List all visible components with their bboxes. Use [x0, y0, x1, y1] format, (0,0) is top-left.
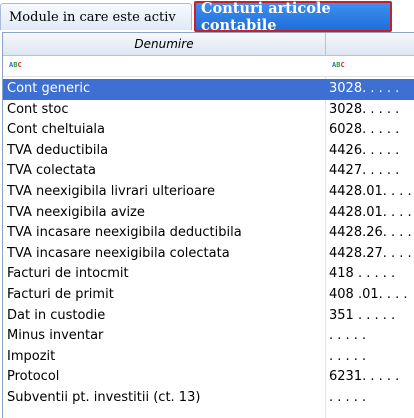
- text-filter-icon[interactable]: ABC: [9, 61, 22, 69]
- table-row[interactable]: TVA incasare neexigibila deductibila 4428…: [3, 223, 414, 244]
- row-cont: 4428.01. . . .: [329, 204, 412, 220]
- row-cont: 4428.26. . . .: [329, 225, 412, 241]
- row-cont: 4428.01. . . .: [329, 183, 412, 199]
- row-denumire: Subventii pt. investitii (ct. 13): [7, 389, 201, 405]
- row-cont: . . . . .: [329, 348, 367, 364]
- tab-bar: Module in care este activ Conturi artico…: [0, 0, 414, 34]
- row-cont: 6028. . . . .: [329, 122, 400, 138]
- accounts-grid: Denumire ABC ABC Cont generic 3028. . . .…: [2, 32, 414, 418]
- row-denumire: Cont stoc: [7, 101, 69, 117]
- column-header-denumire[interactable]: Denumire: [3, 33, 326, 55]
- grid-rows: Cont generic 3028. . . . . Cont stoc 3028. …: [3, 79, 414, 409]
- row-denumire: Facturi de intocmit: [7, 266, 129, 282]
- row-denumire: TVA colectata: [7, 163, 97, 179]
- table-row[interactable]: TVA neexigibila livrari ulterioare 4428.0…: [3, 182, 414, 203]
- row-cont: 4428.27. . . .: [329, 245, 412, 261]
- table-row[interactable]: Cont generic 3028. . . . .: [3, 79, 414, 100]
- row-denumire: Cont cheltuiala: [7, 122, 105, 138]
- table-row[interactable]: TVA deductibila 4426. . . . .: [3, 141, 414, 162]
- row-denumire: Impozit: [7, 348, 56, 364]
- grid-header: Denumire: [3, 33, 414, 56]
- table-row[interactable]: TVA incasare neexigibila colectata 4428.2…: [3, 244, 414, 265]
- row-denumire: TVA neexigibila avize: [7, 204, 145, 220]
- table-row[interactable]: Cont stoc 3028. . . . .: [3, 100, 414, 121]
- row-cont: 3028. . . . .: [329, 101, 400, 117]
- row-cont: 351 . . . . .: [329, 307, 396, 323]
- tab-conturi-articole-contabile[interactable]: Conturi articole contabile: [194, 0, 392, 34]
- row-denumire: Cont generic: [7, 81, 91, 96]
- tab-module-active[interactable]: Module in care este activ: [0, 3, 192, 30]
- table-row[interactable]: Facturi de primit 408 .01. . . .: [3, 285, 414, 306]
- row-cont: 4426. . . . .: [329, 142, 400, 158]
- table-row[interactable]: TVA colectata 4427. . . . .: [3, 161, 414, 182]
- table-row[interactable]: Impozit . . . . .: [3, 347, 414, 368]
- table-row[interactable]: TVA neexigibila avize 4428.01. . . .: [3, 203, 414, 224]
- tab-module-active-label: Module in care este activ: [9, 9, 176, 25]
- table-row[interactable]: Facturi de intocmit 418 . . . . .: [3, 264, 414, 285]
- row-cont: 408 .01. . . .: [329, 286, 408, 302]
- table-row[interactable]: Dat in custodie 351 . . . . .: [3, 306, 414, 327]
- row-denumire: TVA incasare neexigibila deductibila: [7, 225, 242, 241]
- column-header-denumire-label: Denumire: [134, 37, 194, 51]
- row-denumire: TVA incasare neexigibila colectata: [7, 245, 230, 261]
- table-row[interactable]: Protocol 6231. . . . .: [3, 367, 414, 388]
- row-cont: 3028. . . . .: [329, 81, 400, 96]
- row-cont: 418 . . . . .: [329, 266, 396, 282]
- table-row[interactable]: Subventii pt. investitii (ct. 13) . . . .…: [3, 388, 414, 409]
- row-cont: . . . . .: [329, 389, 367, 405]
- column-header-cont[interactable]: [326, 33, 414, 55]
- row-cont: . . . . .: [329, 328, 367, 344]
- text-filter-icon[interactable]: ABC: [332, 61, 345, 69]
- row-cont: 6231. . . . .: [329, 369, 400, 385]
- row-cont: 4427. . . . .: [329, 163, 400, 179]
- row-denumire: TVA deductibila: [7, 142, 109, 158]
- row-denumire: Facturi de primit: [7, 286, 114, 302]
- row-denumire: TVA neexigibila livrari ulterioare: [7, 183, 215, 199]
- table-row[interactable]: Minus inventar . . . . .: [3, 326, 414, 347]
- row-denumire: Minus inventar: [7, 328, 104, 344]
- row-denumire: Dat in custodie: [7, 307, 106, 323]
- filter-row: ABC ABC: [3, 56, 414, 77]
- tab-conturi-label: Conturi articole contabile: [201, 0, 331, 34]
- row-denumire: Protocol: [7, 369, 60, 385]
- table-row[interactable]: Cont cheltuiala 6028. . . . .: [3, 120, 414, 141]
